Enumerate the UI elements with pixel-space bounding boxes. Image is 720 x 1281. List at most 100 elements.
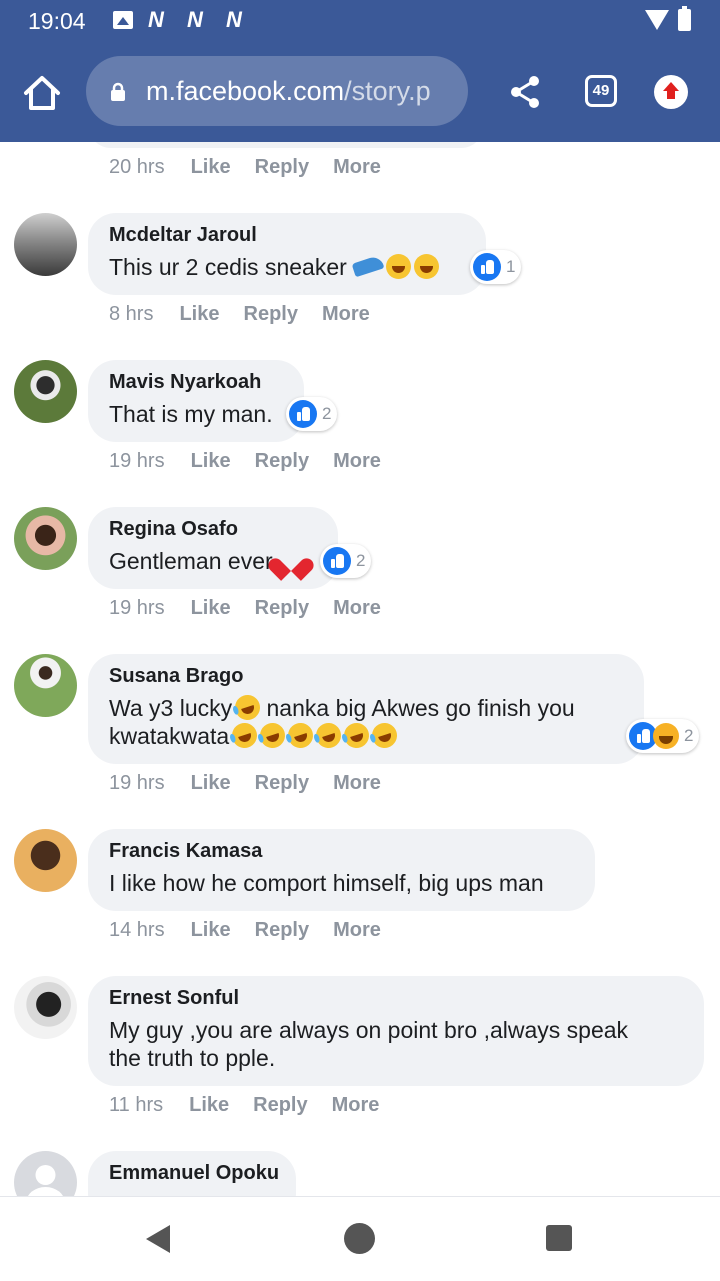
more-link[interactable]: More: [333, 156, 381, 179]
more-link[interactable]: More: [333, 772, 381, 795]
like-link[interactable]: Like: [179, 303, 219, 326]
url-bar[interactable]: m.facebook.com/story.p: [86, 56, 468, 126]
avatar[interactable]: [14, 360, 77, 423]
comment-text-content: nanka big Akwes go finish you: [260, 695, 575, 721]
comment-author[interactable]: Emmanuel Opoku: [109, 1161, 279, 1185]
reaction-count: 2: [322, 404, 332, 423]
like-reaction-icon: [473, 253, 501, 281]
comment-bubble: Susana Brago Wa y3 lucky nanka big Akwes…: [88, 654, 644, 764]
update-menu-icon[interactable]: [654, 75, 688, 109]
share-icon[interactable]: [508, 74, 542, 110]
avatar[interactable]: [14, 829, 77, 892]
comment-bubble: Emmanuel Opoku: [88, 1151, 296, 1196]
avatar[interactable]: [14, 654, 77, 717]
back-icon[interactable]: [146, 1225, 170, 1253]
comment-timestamp: 19 hrs: [109, 597, 165, 619]
reply-link[interactable]: Reply: [255, 156, 309, 179]
more-link[interactable]: More: [333, 450, 381, 473]
comment-bubble: Mcdeltar Jaroul This ur 2 cedis sneaker: [88, 213, 486, 295]
comment-timestamp: 11 hrs: [109, 1094, 164, 1116]
reaction-count: 2: [684, 726, 694, 745]
comment-text-line2: the truth to pple.: [109, 1045, 276, 1071]
rofl-emoji-icon: [312, 719, 345, 752]
more-link[interactable]: More: [332, 1094, 380, 1117]
comment-timestamp: 19 hrs: [109, 772, 165, 794]
reply-link[interactable]: Reply: [255, 919, 309, 942]
rofl-emoji-icon: [284, 719, 317, 752]
comment-bubble-partial: [88, 142, 484, 148]
comment-actions: 11 hrs Like Reply More: [109, 1094, 403, 1117]
n-notification-icon: N: [187, 7, 203, 32]
like-link[interactable]: Like: [191, 597, 231, 620]
recents-icon[interactable]: [546, 1225, 572, 1251]
comment-bubble: Ernest Sonful My guy ,you are always on …: [88, 976, 704, 1086]
comment-text-content: Wa y3 lucky: [109, 695, 233, 721]
comment-bubble: Regina Osafo Gentleman ever: [88, 507, 338, 589]
like-link[interactable]: Like: [191, 919, 231, 942]
more-link[interactable]: More: [322, 303, 370, 326]
comment-text: I like how he comport himself, big ups m…: [109, 870, 544, 896]
heart-emoji-icon: [279, 549, 305, 573]
comment-text: That is my man.: [109, 401, 273, 427]
like-link[interactable]: Like: [191, 450, 231, 473]
reaction-summary[interactable]: 1: [470, 250, 522, 284]
tab-switcher-button[interactable]: 49: [585, 75, 617, 107]
comment-text-line2: kwatakwata: [109, 719, 624, 752]
avatar[interactable]: [14, 507, 77, 570]
comment-author[interactable]: Ernest Sonful: [109, 986, 684, 1010]
home-icon[interactable]: [22, 74, 62, 112]
reaction-summary[interactable]: 2: [286, 397, 338, 431]
reaction-summary[interactable]: 2: [320, 544, 372, 578]
like-link[interactable]: Like: [191, 772, 231, 795]
comment-actions: 19 hrs Like Reply More: [109, 450, 405, 473]
status-time: 19:04: [28, 8, 86, 34]
rofl-emoji-icon: [340, 719, 373, 752]
tears-of-joy-emoji-icon: [231, 691, 264, 724]
comment-actions: 19 hrs Like Reply More: [109, 597, 405, 620]
comment-text-content: Gentleman ever: [109, 548, 273, 574]
comment-actions: 8 hrs Like Reply More: [109, 303, 394, 326]
reaction-summary[interactable]: 2: [626, 719, 700, 753]
reply-link[interactable]: Reply: [244, 303, 298, 326]
reply-link[interactable]: Reply: [255, 597, 309, 620]
comment-timestamp: 8 hrs: [109, 303, 154, 325]
comment-bubble: Mavis Nyarkoah That is my man.: [88, 360, 304, 442]
reply-link[interactable]: Reply: [255, 772, 309, 795]
rofl-emoji-icon: [228, 719, 261, 752]
reply-link[interactable]: Reply: [253, 1094, 307, 1117]
gallery-notification-icon: [113, 11, 133, 29]
battery-icon: [678, 6, 691, 31]
comment-text: My guy ,you are always on point bro ,alw…: [109, 1017, 629, 1043]
comment-timestamp: 20 hrs: [109, 156, 165, 178]
comment-timestamp: 19 hrs: [109, 450, 165, 472]
reply-link[interactable]: Reply: [255, 450, 309, 473]
reaction-count: 2: [356, 551, 366, 570]
n-notification-icon: N: [148, 7, 164, 32]
comment-author[interactable]: Mavis Nyarkoah: [109, 370, 284, 394]
haha-reaction-icon: [653, 723, 679, 749]
comment-actions: 20 hrs Like Reply More: [109, 156, 405, 179]
more-link[interactable]: More: [333, 597, 381, 620]
like-link[interactable]: Like: [189, 1094, 229, 1117]
comment-timestamp: 14 hrs: [109, 919, 165, 941]
avatar[interactable]: [14, 976, 77, 1039]
comment-author[interactable]: Susana Brago: [109, 664, 624, 688]
comment-text: Wa y3 lucky nanka big Akwes go finish yo…: [109, 691, 624, 724]
browser-toolbar: m.facebook.com/story.p 49: [0, 44, 720, 142]
default-avatar-icon[interactable]: [14, 1151, 77, 1196]
comment-author[interactable]: Regina Osafo: [109, 517, 318, 541]
comment-bubble: Francis Kamasa I like how he comport him…: [88, 829, 595, 911]
url-host: m.facebook.com: [146, 76, 345, 106]
home-circle-icon[interactable]: [344, 1223, 375, 1254]
url-text: m.facebook.com/story.p: [146, 76, 431, 107]
more-link[interactable]: More: [333, 919, 381, 942]
avatar[interactable]: [14, 213, 77, 276]
comment-author[interactable]: Mcdeltar Jaroul: [109, 223, 466, 247]
comments-list: 20 hrs Like Reply More Mcdeltar Jaroul This…: [0, 142, 720, 1196]
comment-text: This ur 2 cedis sneaker: [109, 253, 466, 281]
system-navigation-bar: [0, 1196, 720, 1281]
comment-text-content: kwatakwata: [109, 723, 230, 749]
reaction-count: 1: [506, 257, 516, 276]
like-link[interactable]: Like: [191, 156, 231, 179]
comment-author[interactable]: Francis Kamasa: [109, 839, 575, 863]
